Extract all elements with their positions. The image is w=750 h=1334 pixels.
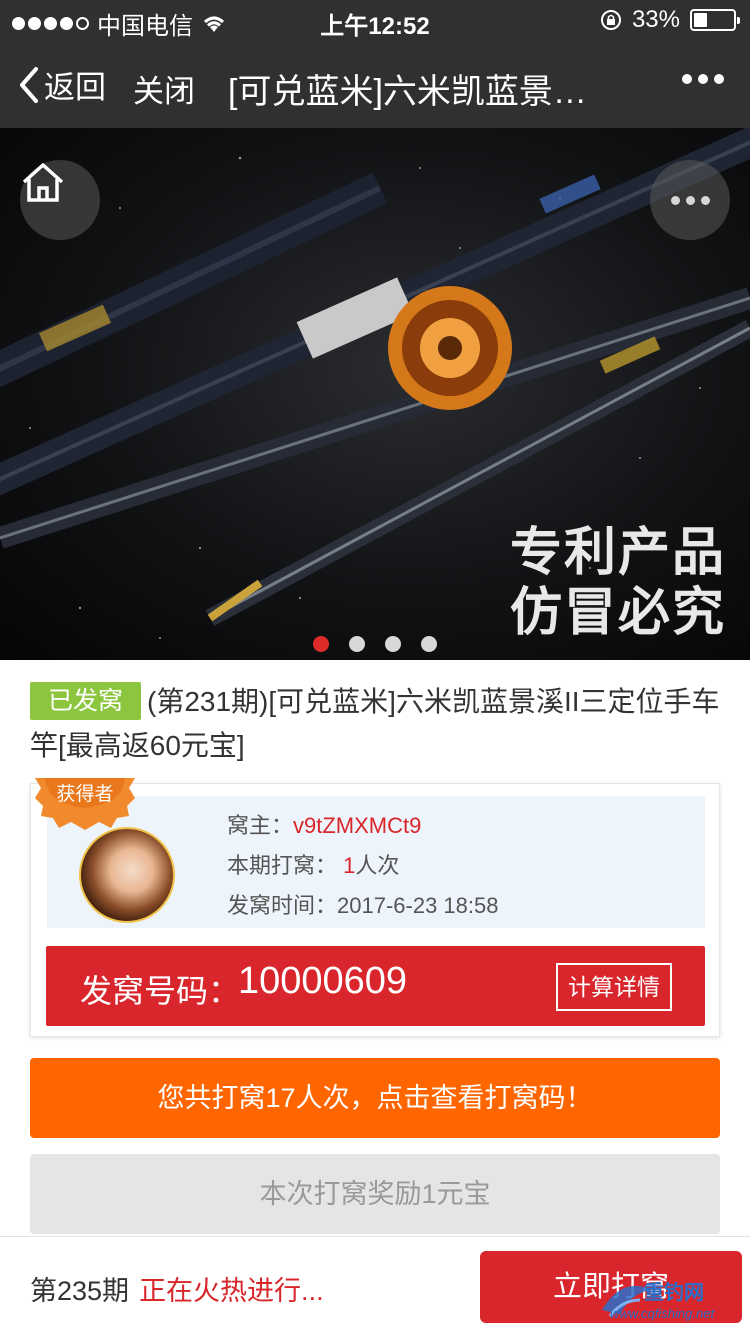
carousel-pager[interactable]: [0, 636, 750, 652]
period-number: 第235期: [30, 1276, 130, 1306]
battery-percent: 33%: [631, 6, 680, 33]
status-tag: 已发窝: [30, 682, 142, 720]
status-bar: 中国电信 上午12:52 33%: [0, 0, 750, 40]
owner-value[interactable]: v9tZMXMCt9: [293, 813, 421, 838]
home-button[interactable]: [20, 160, 100, 240]
winner-details: 窝主：v9tZMXMCt9 本期打窝： 1人次 发窝时间：2017-6-23 1…: [227, 806, 498, 926]
reward-button[interactable]: 本次打窝奖励1元宝: [30, 1154, 720, 1234]
watermark-name: 重钓网: [644, 1282, 704, 1304]
nav-bar: 返回 关闭 [可兑蓝米]六米凯蓝景…: [0, 40, 750, 128]
watermark-url: www.cqfishing.net: [610, 1306, 715, 1321]
pager-dot[interactable]: [421, 636, 437, 652]
times-line: 本期打窝： 1人次: [227, 846, 498, 886]
time-value: 2017-6-23 18:58: [337, 893, 499, 918]
more-options-button[interactable]: [682, 74, 724, 84]
pager-dot[interactable]: [313, 636, 329, 652]
winner-card: 窝主：v9tZMXMCt9 本期打窝： 1人次 发窝时间：2017-6-23 1…: [30, 778, 720, 1037]
back-label: 返回: [44, 70, 106, 105]
winner-badge-label: 获得者: [56, 784, 114, 805]
banner-promo-text: 专利产品 仿冒必究: [510, 523, 726, 643]
owner-line: 窝主：v9tZMXMCt9: [227, 806, 498, 846]
winner-info: 窝主：v9tZMXMCt9 本期打窝： 1人次 发窝时间：2017-6-23 1…: [47, 796, 705, 928]
code-value: 10000609: [238, 960, 408, 1002]
home-icon: [22, 163, 64, 202]
status-right: 33%: [600, 6, 740, 34]
period-status: 正在火热进行...: [139, 1276, 324, 1306]
owner-label: 窝主：: [227, 813, 294, 838]
banner-more-button[interactable]: [650, 160, 730, 240]
time-line: 发窝时间：2017-6-23 18:58: [227, 886, 498, 926]
chevron-left-icon: [20, 66, 38, 103]
time-label: 发窝时间：: [227, 893, 338, 918]
calc-details-button[interactable]: 计算详情: [556, 963, 672, 1011]
back-button[interactable]: 返回: [18, 62, 106, 107]
promo-line-2: 仿冒必究: [509, 582, 726, 643]
pager-dot[interactable]: [349, 636, 365, 652]
product-title-area: 已发窝 (第231期)[可兑蓝米]六米凯蓝景溪II三定位手车竿[最高返60元宝]: [30, 680, 720, 768]
product-banner[interactable]: 专利产品 仿冒必究: [0, 128, 750, 660]
page-title: [可兑蓝米]六米凯蓝景…: [228, 73, 587, 111]
close-button[interactable]: 关闭: [133, 66, 195, 111]
battery-icon: [690, 9, 740, 31]
avatar: [79, 827, 175, 923]
times-unit: 人次: [355, 853, 400, 878]
view-codes-button[interactable]: 您共打窝17人次，点击查看打窝码！: [30, 1058, 720, 1138]
pager-dot[interactable]: [385, 636, 401, 652]
orientation-lock-icon: [600, 10, 621, 30]
period-info[interactable]: 第235期 正在火热进行...: [30, 1269, 324, 1308]
winning-code-bar: 发窝号码： 10000609 计算详情: [46, 946, 705, 1026]
code-label: 发窝号码：: [80, 973, 241, 1009]
times-value: 1: [343, 853, 356, 878]
promo-line-1: 专利产品: [509, 522, 726, 583]
times-label: 本期打窝：: [227, 853, 338, 878]
